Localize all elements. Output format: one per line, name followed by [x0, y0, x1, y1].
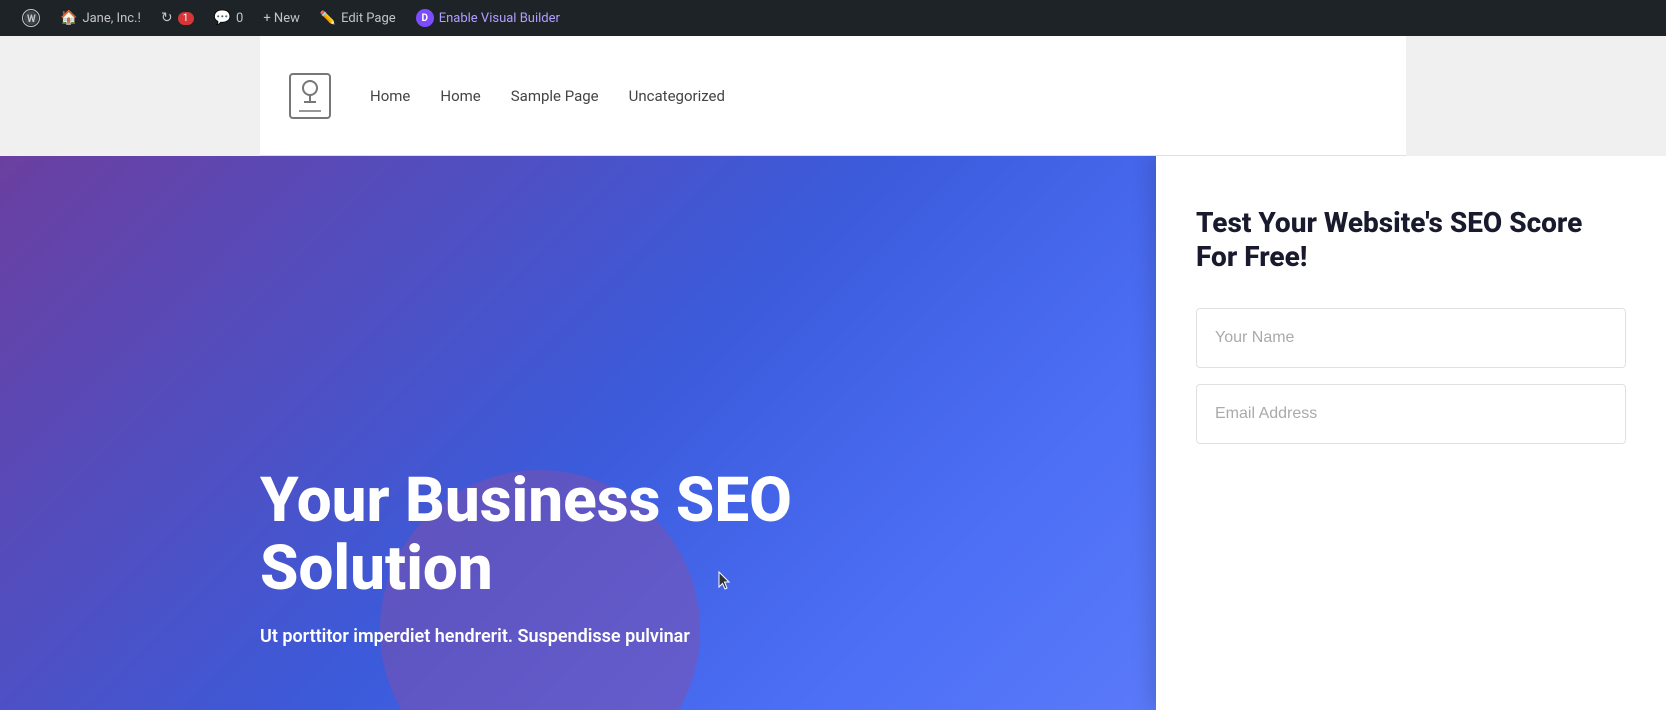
svg-text:W: W	[27, 14, 36, 25]
wordpress-icon: W	[22, 9, 40, 27]
seo-card: Test Your Website's SEO Score For Free!	[1156, 156, 1666, 710]
hero-subtitle: Ut porttitor imperdiet hendrerit. Suspen…	[260, 623, 820, 650]
logo-icon	[286, 66, 334, 126]
hero-title: Your Business SEO Solution	[260, 467, 940, 603]
site-name-button[interactable]: 🏠 Jane, Inc.!	[50, 0, 151, 36]
hero-content: Your Business SEO Solution Ut porttitor …	[260, 467, 940, 650]
site-name-label: Jane, Inc.!	[82, 11, 140, 26]
site-logo[interactable]	[280, 61, 340, 131]
seo-card-title: Test Your Website's SEO Score For Free!	[1196, 206, 1626, 273]
nav-sample-page[interactable]: Sample Page	[511, 87, 599, 105]
email-input[interactable]	[1196, 384, 1626, 444]
new-content-button[interactable]: + New	[253, 0, 310, 36]
wp-logo-button[interactable]: W	[12, 0, 50, 36]
nav-uncategorized[interactable]: Uncategorized	[629, 87, 725, 105]
edit-page-label: Edit Page	[341, 11, 396, 26]
updates-button[interactable]: ↻ 1	[151, 0, 204, 36]
admin-bar: W 🏠 Jane, Inc.! ↻ 1 💬 0 + New ✏️ Edit Pa…	[0, 0, 1666, 36]
comments-count: 0	[236, 11, 243, 26]
hero-section: Your Business SEO Solution Ut porttitor …	[0, 156, 1666, 710]
site-nav: Home Home Sample Page Uncategorized	[370, 87, 725, 105]
edit-page-button[interactable]: ✏️ Edit Page	[310, 0, 406, 36]
site-header: Home Home Sample Page Uncategorized	[0, 36, 1666, 156]
site-icon: 🏠	[60, 10, 77, 26]
divi-icon: D	[416, 9, 434, 27]
nav-home-2[interactable]: Home	[440, 87, 480, 105]
visual-builder-button[interactable]: D Enable Visual Builder	[406, 0, 570, 36]
updates-icon: ↻	[161, 10, 173, 26]
updates-count: 1	[178, 12, 194, 25]
name-input[interactable]	[1196, 308, 1626, 368]
comments-button[interactable]: 💬 0	[204, 0, 254, 36]
nav-home-1[interactable]: Home	[370, 87, 410, 105]
visual-builder-label: Enable Visual Builder	[439, 11, 560, 26]
edit-icon: ✏️	[320, 11, 336, 26]
header-inner: Home Home Sample Page Uncategorized	[260, 36, 1406, 156]
comments-icon: 💬	[214, 10, 231, 26]
new-label: + New	[263, 11, 300, 26]
